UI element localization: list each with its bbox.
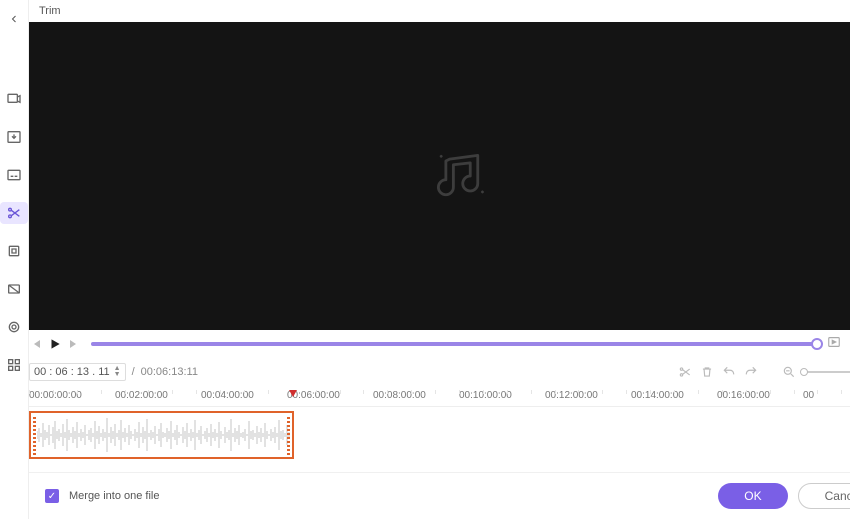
time-input[interactable]: 00 : 06 : 13 . 11 ▲▼ [29, 363, 126, 381]
redo-button[interactable] [743, 365, 759, 379]
footer-bar: ✓ Merge into one file OK Cancel [29, 472, 850, 519]
progress-slider[interactable] [91, 342, 817, 346]
ok-button[interactable]: OK [718, 483, 787, 509]
back-button[interactable] [4, 8, 24, 32]
cut-button[interactable] [677, 365, 693, 379]
playhead-marker[interactable] [289, 390, 297, 397]
waveform-track[interactable] [29, 406, 850, 462]
title-bar: Trim [29, 0, 850, 22]
selection-region[interactable] [29, 411, 294, 459]
delete-button[interactable] [699, 365, 715, 379]
undo-button[interactable] [721, 365, 737, 379]
sidebar-item-subtitle[interactable] [0, 164, 28, 186]
tools-row: 00 : 06 : 13 . 11 ▲▼ / 00:06:13:11 [29, 360, 850, 384]
main-panel: Trim [28, 0, 850, 519]
cancel-button[interactable]: Cancel [798, 483, 850, 509]
merge-label: Merge into one file [69, 490, 160, 502]
sidebar-item-trim[interactable] [0, 202, 28, 224]
zoom-knob[interactable] [800, 368, 808, 376]
playback-controls [29, 332, 850, 356]
music-note-icon [429, 149, 489, 203]
fullscreen-preview-button[interactable] [827, 335, 841, 354]
sidebar-item-record[interactable] [0, 88, 28, 110]
play-button[interactable] [47, 336, 63, 352]
duration-label: 00:06:13:11 [141, 366, 198, 378]
time-value: 00 : 06 : 13 . 11 [34, 366, 110, 378]
step-forward-button[interactable] [65, 336, 81, 352]
sidebar-item-grid[interactable] [0, 354, 28, 376]
sidebar-item-crop[interactable] [0, 240, 28, 262]
step-back-button[interactable] [29, 336, 45, 352]
time-spinner[interactable]: ▲▼ [114, 366, 121, 378]
sidebar-item-ratio[interactable] [0, 278, 28, 300]
preview-area [29, 22, 850, 330]
window-title: Trim [39, 5, 850, 17]
zoom-out-button[interactable] [781, 365, 797, 379]
timeline-ruler[interactable]: 00:00:00:00 00:02:00:00 00:04:00:00 00:0… [29, 390, 850, 406]
left-sidebar [0, 0, 28, 519]
sidebar-item-download[interactable] [0, 126, 28, 148]
sidebar-item-effects[interactable] [0, 316, 28, 338]
merge-checkbox[interactable]: ✓ [45, 489, 59, 503]
zoom-slider[interactable] [803, 371, 850, 373]
progress-knob[interactable] [811, 338, 823, 350]
